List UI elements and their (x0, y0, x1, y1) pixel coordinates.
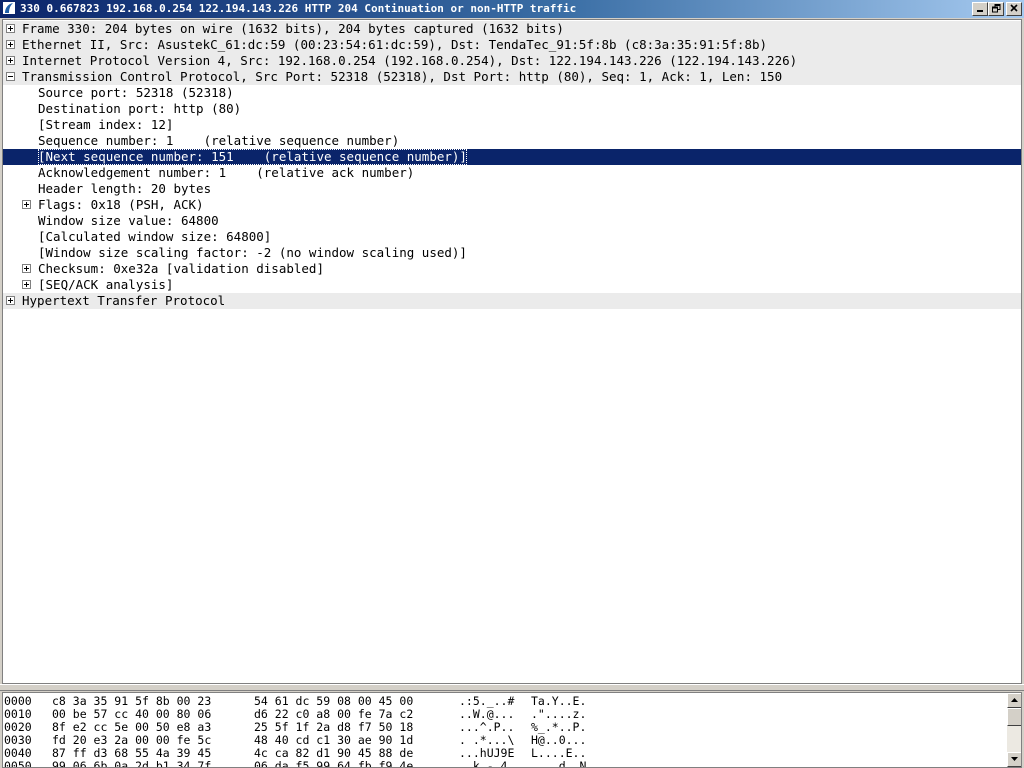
bytes-hex[interactable]: 99 06 6b 0a 2d b1 34 7f (52, 760, 211, 768)
tree-item-label: Source port: 52318 (52318) (38, 85, 234, 100)
tree-item-window-scaling-factor[interactable]: [Window size scaling factor: -2 (no wind… (3, 245, 1021, 261)
tree-item-ipv4[interactable]: Internet Protocol Version 4, Src: 192.16… (3, 53, 1021, 69)
tree-item-label: Checksum: 0xe32a [validation disabled] (38, 261, 324, 276)
expand-plus-icon[interactable] (6, 40, 15, 49)
tree-item-calculated-window-size[interactable]: [Calculated window size: 64800] (3, 229, 1021, 245)
tree-item-destination-port[interactable]: Destination port: http (80) (3, 101, 1021, 117)
tree-item-header-length[interactable]: Header length: 20 bytes (3, 181, 1021, 197)
expand-plus-icon[interactable] (22, 280, 31, 289)
tree-item-label: Header length: 20 bytes (38, 181, 212, 196)
tree-item-label: [SEQ/ACK analysis] (38, 277, 174, 292)
scroll-down-button[interactable] (1007, 752, 1021, 767)
restore-icon (991, 4, 1000, 13)
bytes-ascii[interactable]: ....d..N (531, 760, 586, 768)
scroll-up-button[interactable] (1007, 693, 1021, 708)
minimize-button[interactable] (972, 2, 988, 16)
tree-item-ack-number[interactable]: Acknowledgement number: 1 (relative ack … (3, 165, 1021, 181)
bytes-ascii[interactable]: ..k.-.4. (459, 760, 514, 768)
tree-item-seq-ack-analysis[interactable]: [SEQ/ACK analysis] (3, 277, 1021, 293)
bytes-vertical-scrollbar[interactable] (1007, 693, 1021, 767)
bytes-offset: 0050 (4, 759, 32, 768)
tree-item-label: [Window size scaling factor: -2 (no wind… (38, 245, 467, 260)
tree-item-label: Window size value: 64800 (38, 213, 219, 228)
tree-item-flags[interactable]: Flags: 0x18 (PSH, ACK) (3, 197, 1021, 213)
arrow-down-icon (1011, 757, 1018, 761)
expand-plus-icon[interactable] (22, 264, 31, 273)
arrow-up-icon (1011, 698, 1018, 702)
tree-item-label: Frame 330: 204 bytes on wire (1632 bits)… (22, 21, 564, 36)
tree-item-label: Ethernet II, Src: AsustekC_61:dc:59 (00:… (22, 37, 768, 52)
minimize-icon (977, 10, 983, 12)
tree-item-label: Internet Protocol Version 4, Src: 192.16… (22, 53, 798, 68)
tree-item-label: Flags: 0x18 (PSH, ACK) (38, 197, 204, 212)
tree-item-label: Sequence number: 1 (relative sequence nu… (38, 133, 400, 148)
tree-item-window-size-value[interactable]: Window size value: 64800 (3, 213, 1021, 229)
wireshark-fin-icon (2, 1, 16, 15)
close-button[interactable] (1006, 2, 1022, 16)
tree-item-source-port[interactable]: Source port: 52318 (52318) (3, 85, 1021, 101)
close-icon (1010, 4, 1018, 12)
tree-item-checksum[interactable]: Checksum: 0xe32a [validation disabled] (3, 261, 1021, 277)
title-bar[interactable]: 330 0.667823 192.168.0.254 122.194.143.2… (0, 0, 1024, 18)
pane-splitter[interactable] (0, 684, 1024, 691)
tree-item-label: [Next sequence number: 151 (relative seq… (38, 149, 467, 165)
tree-item-tcp[interactable]: Transmission Control Protocol, Src Port:… (3, 69, 1021, 85)
expand-plus-icon[interactable] (6, 296, 15, 305)
expand-plus-icon[interactable] (6, 56, 15, 65)
bytes-hex[interactable]: 06 da f5 99 64 fb f9 4e (254, 760, 413, 768)
collapse-minus-icon[interactable] (6, 72, 15, 81)
tree-item-sequence-number[interactable]: Sequence number: 1 (relative sequence nu… (3, 133, 1021, 149)
tree-item-next-sequence-number[interactable]: [Next sequence number: 151 (relative seq… (3, 149, 1021, 165)
bytes-row: 0050 99 06 6b 0a 2d b1 34 7f 06 da f5 99… (3, 759, 586, 768)
tree-item-label: [Calculated window size: 64800] (38, 229, 272, 244)
tree-item-label: Transmission Control Protocol, Src Port:… (22, 69, 783, 84)
tree-item-label: Destination port: http (80) (38, 101, 242, 116)
expand-plus-icon[interactable] (22, 200, 31, 209)
tree-item-label: Hypertext Transfer Protocol (22, 293, 226, 308)
packet-bytes-pane[interactable]: 0000 c8 3a 35 91 5f 8b 00 23 54 61 dc 59… (2, 692, 1022, 768)
restore-button[interactable] (988, 2, 1004, 16)
window-title: 330 0.667823 192.168.0.254 122.194.143.2… (20, 2, 577, 15)
tree-item-stream-index[interactable]: [Stream index: 12] (3, 117, 1021, 133)
tree-item-frame[interactable]: Frame 330: 204 bytes on wire (1632 bits)… (3, 21, 1021, 37)
scroll-thumb[interactable] (1007, 708, 1021, 726)
tree-item-http[interactable]: Hypertext Transfer Protocol (3, 293, 1021, 309)
tree-item-label: Acknowledgement number: 1 (relative ack … (38, 165, 415, 180)
packet-details-tree[interactable]: Frame 330: 204 bytes on wire (1632 bits)… (2, 19, 1022, 684)
tree-item-label: [Stream index: 12] (38, 117, 174, 132)
expand-plus-icon[interactable] (6, 24, 15, 33)
tree-item-ethernet[interactable]: Ethernet II, Src: AsustekC_61:dc:59 (00:… (3, 37, 1021, 53)
